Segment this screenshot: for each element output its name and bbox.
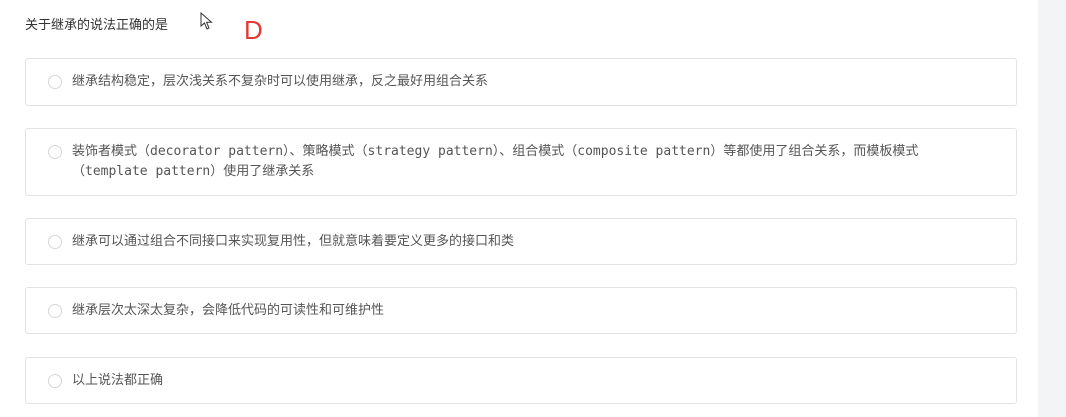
question-title: 关于继承的说法正确的是 xyxy=(25,18,169,33)
radio-button[interactable] xyxy=(48,374,62,388)
option-a[interactable]: 继承结构稳定，层次浅关系不复杂时可以使用继承，反之最好用组合关系 xyxy=(25,58,1017,106)
radio-button[interactable] xyxy=(48,235,62,249)
option-label: 继承层次太深太复杂，会降低代码的可读性和可维护性 xyxy=(72,303,385,318)
option-label: 继承结构稳定，层次浅关系不复杂时可以使用继承，反之最好用组合关系 xyxy=(72,74,489,89)
answer-annotation: D xyxy=(244,15,263,45)
option-label: 继承可以通过组合不同接口来实现复用性，但就意味着要定义更多的接口和类 xyxy=(72,234,515,249)
mouse-pointer-icon xyxy=(200,12,213,30)
option-c[interactable]: 继承可以通过组合不同接口来实现复用性，但就意味着要定义更多的接口和类 xyxy=(25,218,1017,265)
option-e[interactable]: 以上说法都正确 xyxy=(25,357,1017,404)
radio-button[interactable] xyxy=(48,75,62,89)
radio-button[interactable] xyxy=(48,145,62,159)
option-label: 装饰者模式（decorator pattern）、策略模式（strategy p… xyxy=(72,144,919,179)
option-b[interactable]: 装饰者模式（decorator pattern）、策略模式（strategy p… xyxy=(25,128,1017,196)
radio-button[interactable] xyxy=(48,304,62,318)
right-gutter xyxy=(1038,0,1066,417)
option-label: 以上说法都正确 xyxy=(72,373,164,388)
option-d[interactable]: 继承层次太深太复杂，会降低代码的可读性和可维护性 xyxy=(25,287,1017,334)
quiz-page: 关于继承的说法正确的是 D 继承结构稳定，层次浅关系不复杂时可以使用继承，反之最… xyxy=(0,0,1066,417)
